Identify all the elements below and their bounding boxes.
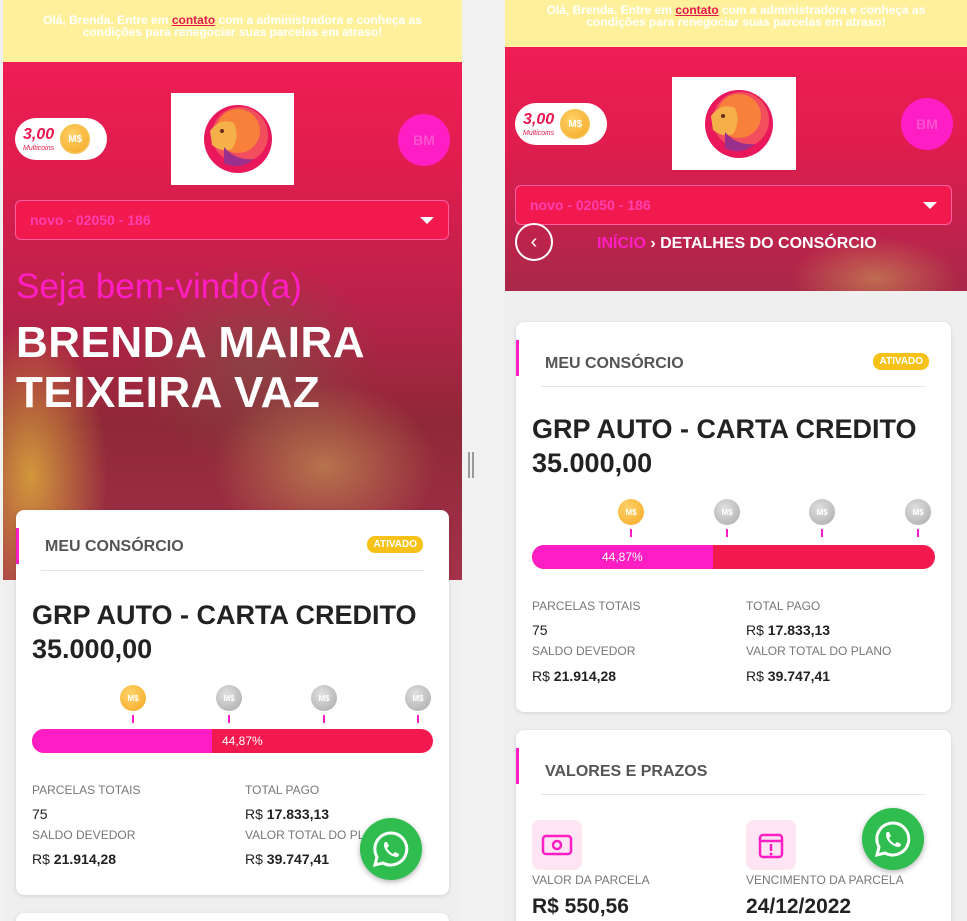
brand-logo — [171, 93, 294, 185]
lion-icon — [203, 105, 272, 173]
next-card — [16, 913, 449, 921]
valor-total-value: R$ 39.747,41 — [746, 668, 831, 684]
user-name: BRENDA MAIRA TEIXEIRA VAZ — [16, 318, 365, 418]
quota-select[interactable]: novo - 02050 - 186 — [515, 185, 952, 225]
coin-icon: M$ — [560, 109, 591, 139]
status-badge: ATIVADO — [367, 536, 423, 553]
card-header-accent — [516, 340, 519, 376]
welcome-greeting: Seja bem-vindo(a) — [16, 267, 302, 306]
coins-value: 3,00 — [23, 125, 55, 143]
saldo-value: R$ 21.914,28 — [32, 851, 117, 867]
user-name-line1: BRENDA MAIRA — [16, 318, 366, 367]
card-header-accent — [16, 528, 19, 564]
plan-name: GRP AUTO - CARTA CREDITO 35.000,00 — [532, 412, 917, 480]
renegotiation-notice: Olá, Brenda. Entre em contato com a admi… — [505, 0, 967, 47]
coins-value: 3,00 — [523, 110, 555, 128]
vencimento-label: VENCIMENTO DA PARCELA — [746, 873, 904, 887]
plan-credit-value: 35.000,00 — [32, 634, 153, 664]
quota-select-value: novo - 02050 - 186 — [30, 212, 151, 228]
plan-name: GRP AUTO - CARTA CREDITO 35.000,00 — [32, 598, 417, 666]
coins-label: Multicoins — [23, 144, 55, 152]
right-viewport: Olá, Brenda. Entre em contato com a admi… — [505, 0, 967, 921]
plan-name-line1: GRP AUTO - CARTA CREDITO — [532, 414, 917, 444]
vencimento-value: 24/12/2022 — [746, 895, 852, 918]
chevron-left-icon: ‹ — [530, 230, 538, 253]
whatsapp-button[interactable] — [360, 818, 422, 880]
parcelas-label: PARCELAS TOTAIS — [32, 783, 141, 797]
coin-icon: M$ — [60, 124, 91, 154]
parcelas-value: 75 — [532, 622, 548, 638]
plan-name-line1: GRP AUTO - CARTA CREDITO — [32, 600, 417, 630]
breadcrumb-home[interactable]: INÍCIO — [597, 235, 646, 252]
valor-total-label: VALOR TOTAL DO PLANO — [245, 828, 365, 842]
divider — [541, 794, 926, 795]
card-title: VALORES E PRAZOS — [545, 763, 708, 780]
user-avatar[interactable]: BM — [901, 98, 953, 150]
total-pago-label: TOTAL PAGO — [746, 599, 821, 613]
card-header: MEU CONSÓRCIO ATIVADO — [516, 322, 951, 387]
total-pago-value: R$ 17.833,13 — [245, 806, 330, 822]
milestone-coin-icon: M$ — [405, 685, 431, 723]
milestones: M$ M$ M$ M$ — [16, 685, 449, 725]
back-button[interactable]: ‹ — [515, 223, 553, 261]
saldo-label: SALDO DEVEDOR — [532, 644, 636, 658]
breadcrumb: INÍCIO › DETALHES DO CONSÓRCIO — [597, 235, 877, 253]
milestone-coin-icon: M$ — [905, 499, 931, 537]
multicoins-badge[interactable]: 3,00 Multicoins M$ — [15, 118, 107, 160]
parcela-label: VALOR DA PARCELA — [532, 873, 650, 887]
parcelas-value: 75 — [32, 806, 48, 822]
consorcio-card: MEU CONSÓRCIO ATIVADO GRP AUTO - CARTA C… — [516, 322, 951, 712]
whatsapp-icon — [874, 821, 911, 858]
milestone-coin-icon: M$ — [120, 685, 146, 723]
progress-label: 44,87% — [222, 734, 263, 748]
milestone-coin-icon: M$ — [809, 499, 835, 537]
milestone-coin-icon: M$ — [714, 499, 740, 537]
saldo-label: SALDO DEVEDOR — [32, 828, 136, 842]
divider — [541, 386, 926, 387]
total-pago-value: R$ 17.833,13 — [746, 622, 831, 638]
breadcrumb-separator: › — [650, 235, 656, 252]
hero-banner: 3,00 Multicoins M$ BM novo - 02050 - 186… — [505, 47, 967, 291]
plan-credit-value: 35.000,00 — [532, 448, 653, 478]
progress-fill — [32, 729, 212, 753]
milestones: M$ M$ M$ M$ — [516, 499, 951, 539]
renegotiation-notice: Olá, Brenda. Entre em contato com a admi… — [3, 0, 462, 62]
lion-icon — [705, 89, 773, 158]
valor-total-value: R$ 39.747,41 — [245, 851, 330, 867]
multicoins-badge[interactable]: 3,00 Multicoins M$ — [515, 103, 607, 145]
money-icon — [532, 820, 582, 870]
payment-progress-bar: 44,87% — [32, 729, 433, 753]
card-header: VALORES E PRAZOS — [516, 730, 951, 795]
status-badge: ATIVADO — [873, 353, 929, 370]
milestone-coin-icon: M$ — [618, 499, 644, 537]
pane-resize-handle[interactable] — [468, 452, 474, 478]
brand-logo — [672, 77, 796, 170]
quota-select[interactable]: novo - 02050 - 186 — [15, 200, 449, 240]
left-viewport: Olá, Brenda. Entre em contato com a admi… — [3, 0, 462, 921]
user-avatar[interactable]: BM — [398, 114, 450, 166]
divider — [41, 570, 424, 571]
milestone-coin-icon: M$ — [216, 685, 242, 723]
quota-select-value: novo - 02050 - 186 — [530, 197, 651, 213]
user-name-line2: TEIXEIRA VAZ — [16, 368, 321, 417]
whatsapp-icon — [372, 831, 409, 868]
breadcrumb-current: DETALHES DO CONSÓRCIO — [660, 235, 877, 252]
progress-label: 44,87% — [602, 550, 643, 564]
card-title: MEU CONSÓRCIO — [545, 355, 684, 372]
total-pago-label: TOTAL PAGO — [245, 783, 320, 797]
card-header: MEU CONSÓRCIO ATIVADO — [16, 506, 449, 571]
whatsapp-button[interactable] — [862, 808, 924, 870]
parcelas-label: PARCELAS TOTAIS — [532, 599, 641, 613]
milestone-coin-icon: M$ — [311, 685, 337, 723]
calendar-icon — [746, 820, 796, 870]
chevron-down-icon — [923, 201, 937, 209]
payment-progress-bar: 44,87% — [532, 545, 935, 569]
card-title: MEU CONSÓRCIO — [45, 538, 184, 555]
coins-label: Multicoins — [523, 129, 555, 137]
card-header-accent — [516, 748, 519, 784]
valor-total-label: VALOR TOTAL DO PLANO — [746, 644, 892, 658]
chevron-down-icon — [420, 216, 434, 224]
parcela-value: R$ 550,56 — [532, 895, 629, 918]
saldo-value: R$ 21.914,28 — [532, 668, 617, 684]
